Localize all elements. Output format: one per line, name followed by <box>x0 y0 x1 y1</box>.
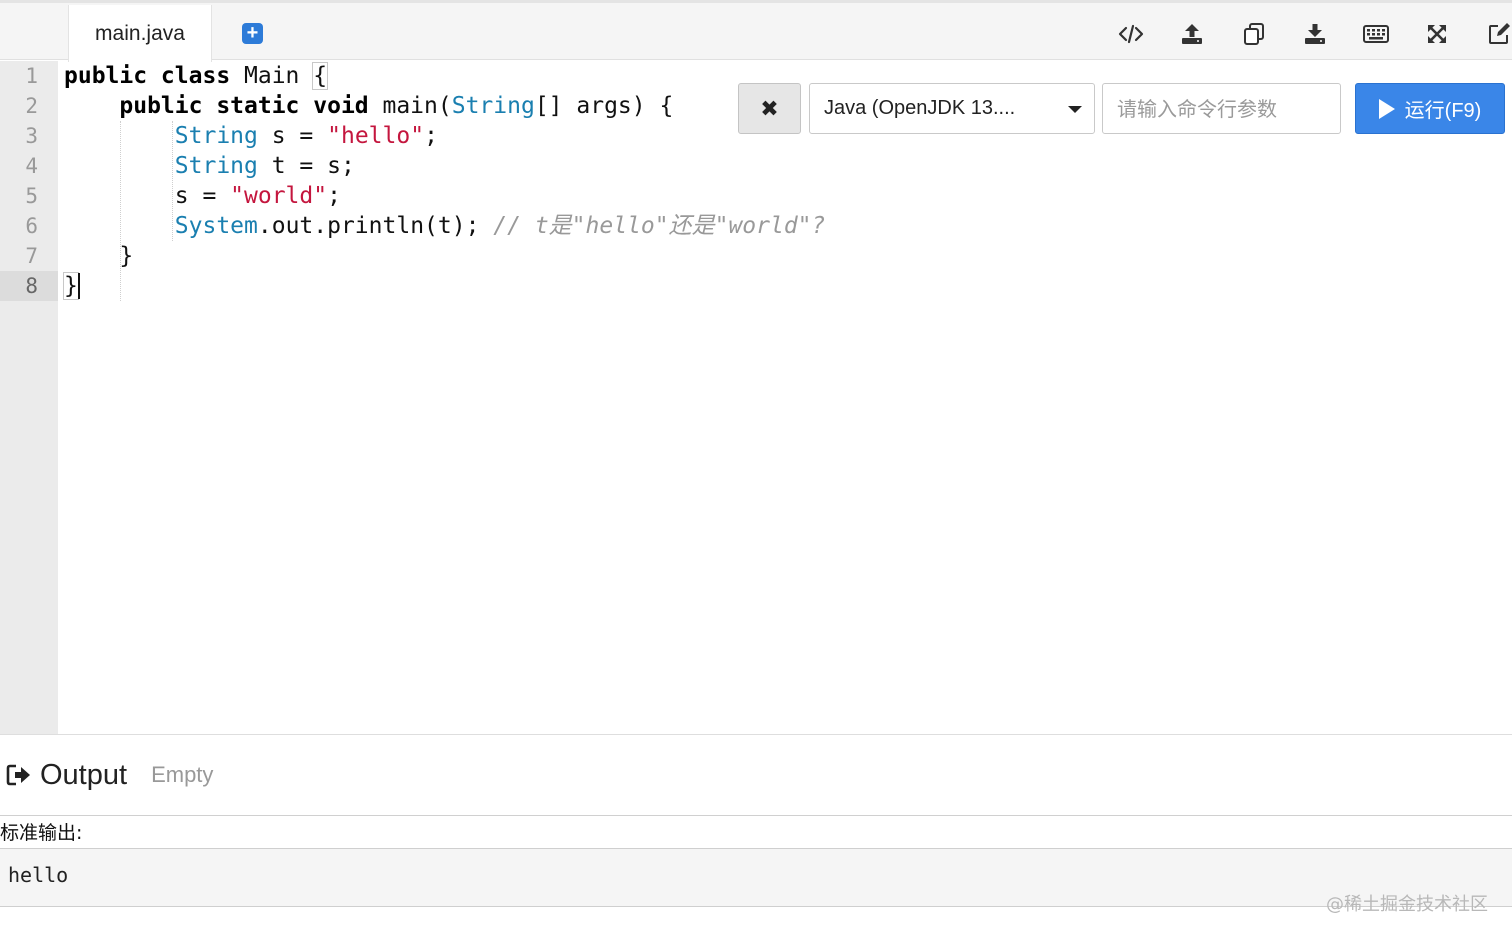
text-cursor <box>78 273 80 299</box>
fullscreen-icon[interactable] <box>1422 19 1452 49</box>
copy-icon[interactable] <box>1239 19 1269 49</box>
line-number: 3 <box>25 124 38 148</box>
add-tab-icon[interactable]: + <box>242 23 263 44</box>
edit-icon[interactable] <box>1484 19 1512 49</box>
code-token: String <box>174 123 258 149</box>
output-header: Output Empty <box>0 735 1512 815</box>
run-button[interactable]: 运行(F9) <box>1355 83 1505 134</box>
code-token: "world" <box>230 183 328 209</box>
code-token: String <box>451 93 535 119</box>
output-status: Empty <box>151 762 214 787</box>
sign-out-icon <box>6 761 34 789</box>
keyboard-icon[interactable] <box>1361 19 1391 49</box>
stdout-label: 标准输出: <box>0 822 83 844</box>
clear-button[interactable]: ✖ <box>738 83 801 134</box>
download-icon[interactable] <box>1300 19 1330 49</box>
code-token: public static void <box>119 93 369 119</box>
code-token: Main <box>230 63 314 89</box>
tab-main-java[interactable]: main.java <box>68 5 212 62</box>
editor-gutter: 1 2 3 4 5 6 7 8 <box>0 61 58 734</box>
code-token: // t是"hello"还是"world"? <box>493 213 826 239</box>
language-select[interactable]: Java (OpenJDK 13.... <box>809 83 1095 134</box>
code-icon[interactable] <box>1116 19 1146 49</box>
code-token: .out.println(t); <box>257 213 494 239</box>
caret-down-icon <box>1068 106 1082 113</box>
args-input[interactable] <box>1102 83 1341 134</box>
run-label: 运行(F9) <box>1404 100 1482 122</box>
line-number: 4 <box>25 154 38 178</box>
tab-bar: main.java + <box>0 0 1512 62</box>
output-title: Output <box>40 758 128 791</box>
code-token: System <box>174 213 258 239</box>
code-token: } <box>64 243 134 269</box>
line-number: 1 <box>25 64 38 88</box>
language-selected: Java (OpenJDK 13.... <box>824 97 1016 119</box>
line-number: 7 <box>25 244 38 268</box>
code-line[interactable]: } <box>64 241 133 271</box>
code-token: } <box>63 272 79 300</box>
code-line[interactable]: s = "world"; <box>64 181 341 211</box>
code-line[interactable]: public class Main { <box>64 61 329 91</box>
code-token: main( <box>368 93 452 119</box>
watermark: @稀土掘金技术社区 <box>1326 894 1488 915</box>
code-token: t = s; <box>257 153 355 179</box>
line-number: 5 <box>25 184 38 208</box>
tab-label: main.java <box>95 21 185 45</box>
stdout-text: hello <box>8 863 69 887</box>
code-token: ; <box>424 123 438 149</box>
code-line[interactable]: String t = s; <box>64 151 355 181</box>
divider <box>0 815 1512 816</box>
code-token: "hello" <box>327 123 425 149</box>
line-number-active: 8 <box>0 271 58 301</box>
code-token: [] args) { <box>534 93 674 119</box>
play-icon <box>1378 98 1395 119</box>
code-token: ; <box>327 183 341 209</box>
code-token: s = <box>64 183 231 209</box>
code-token: { <box>312 62 329 90</box>
close-icon: ✖ <box>760 95 779 121</box>
code-line[interactable]: } <box>63 271 79 301</box>
code-token: s = <box>257 123 328 149</box>
line-number: 2 <box>25 94 38 118</box>
code-line[interactable]: System.out.println(t); // t是"hello"还是"wo… <box>64 211 826 241</box>
code-token: public class <box>64 63 231 89</box>
code-line[interactable]: public static void main(String[] args) { <box>64 91 673 121</box>
line-number: 6 <box>25 214 38 238</box>
stdout-box: hello <box>0 849 1512 907</box>
upload-icon[interactable] <box>1177 19 1207 49</box>
code-token: String <box>174 153 258 179</box>
code-line[interactable]: String s = "hello"; <box>64 121 438 151</box>
